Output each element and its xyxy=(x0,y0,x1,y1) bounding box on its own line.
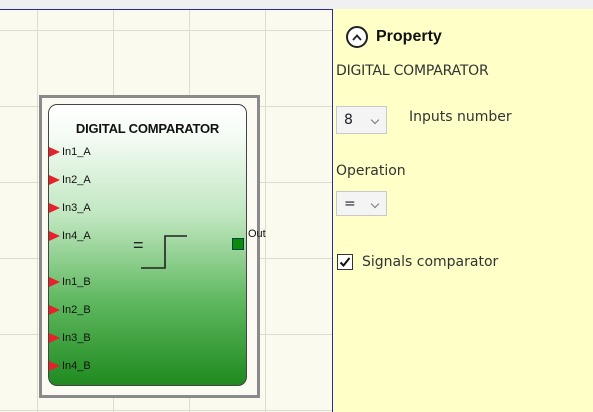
operation-select[interactable]: = xyxy=(336,191,387,216)
input-label: In1_A xyxy=(62,146,91,158)
step-signal-icon xyxy=(141,235,187,269)
signals-comparator-label[interactable]: Signals comparator xyxy=(362,254,498,270)
checkmark-icon xyxy=(339,257,351,267)
input-triangle-icon xyxy=(49,361,60,371)
input-label: In4_B xyxy=(62,360,91,372)
input-label: In3_B xyxy=(62,332,91,344)
block-title: DIGITAL COMPARATOR xyxy=(75,121,220,136)
input-label: In1_B xyxy=(62,276,91,288)
input-triangle-icon xyxy=(49,231,60,241)
input-pin-in3-b[interactable]: In3_B xyxy=(49,331,91,345)
input-pin-in4-a[interactable]: In4_A xyxy=(49,229,91,243)
property-subtitle: DIGITAL COMPARATOR xyxy=(336,63,489,79)
digital-comparator-block[interactable]: DIGITAL COMPARATOR In1_A In2_A In3_A In4… xyxy=(48,104,247,386)
input-pin-in4-b[interactable]: In4_B xyxy=(49,359,91,373)
signals-comparator-checkbox[interactable] xyxy=(337,254,353,270)
input-pin-in1-b[interactable]: In1_B xyxy=(49,275,91,289)
input-triangle-icon xyxy=(49,175,60,185)
input-pin-in1-a[interactable]: In1_A xyxy=(49,145,91,159)
top-strip xyxy=(0,0,593,9)
input-pin-in2-a[interactable]: In2_A xyxy=(49,173,91,187)
inputs-number-value: 8 xyxy=(344,112,353,128)
input-triangle-icon xyxy=(49,277,60,287)
inputs-number-select[interactable]: 8 xyxy=(336,106,387,134)
chevron-down-icon xyxy=(370,115,380,125)
input-triangle-icon xyxy=(49,147,60,157)
output-label: Out xyxy=(248,228,266,240)
input-triangle-icon xyxy=(49,305,60,315)
input-label: In3_A xyxy=(62,202,91,214)
collapse-chevron-up-icon[interactable] xyxy=(346,26,368,48)
operation-value: = xyxy=(344,195,356,212)
property-header: Property xyxy=(346,26,442,48)
inputs-number-label: Inputs number xyxy=(409,109,512,125)
operation-label: Operation xyxy=(336,163,406,179)
property-title: Property xyxy=(376,28,442,45)
input-label: In4_A xyxy=(62,230,91,242)
input-pin-in2-b[interactable]: In2_B xyxy=(49,303,91,317)
input-triangle-icon xyxy=(49,203,60,213)
input-pin-in3-a[interactable]: In3_A xyxy=(49,201,91,215)
property-panel: Property DIGITAL COMPARATOR 8 Inputs num… xyxy=(333,9,593,412)
chevron-down-icon xyxy=(370,199,380,208)
input-label: In2_B xyxy=(62,304,91,316)
output-pin-out[interactable] xyxy=(232,238,244,250)
input-label: In2_A xyxy=(62,174,91,186)
input-triangle-icon xyxy=(49,333,60,343)
